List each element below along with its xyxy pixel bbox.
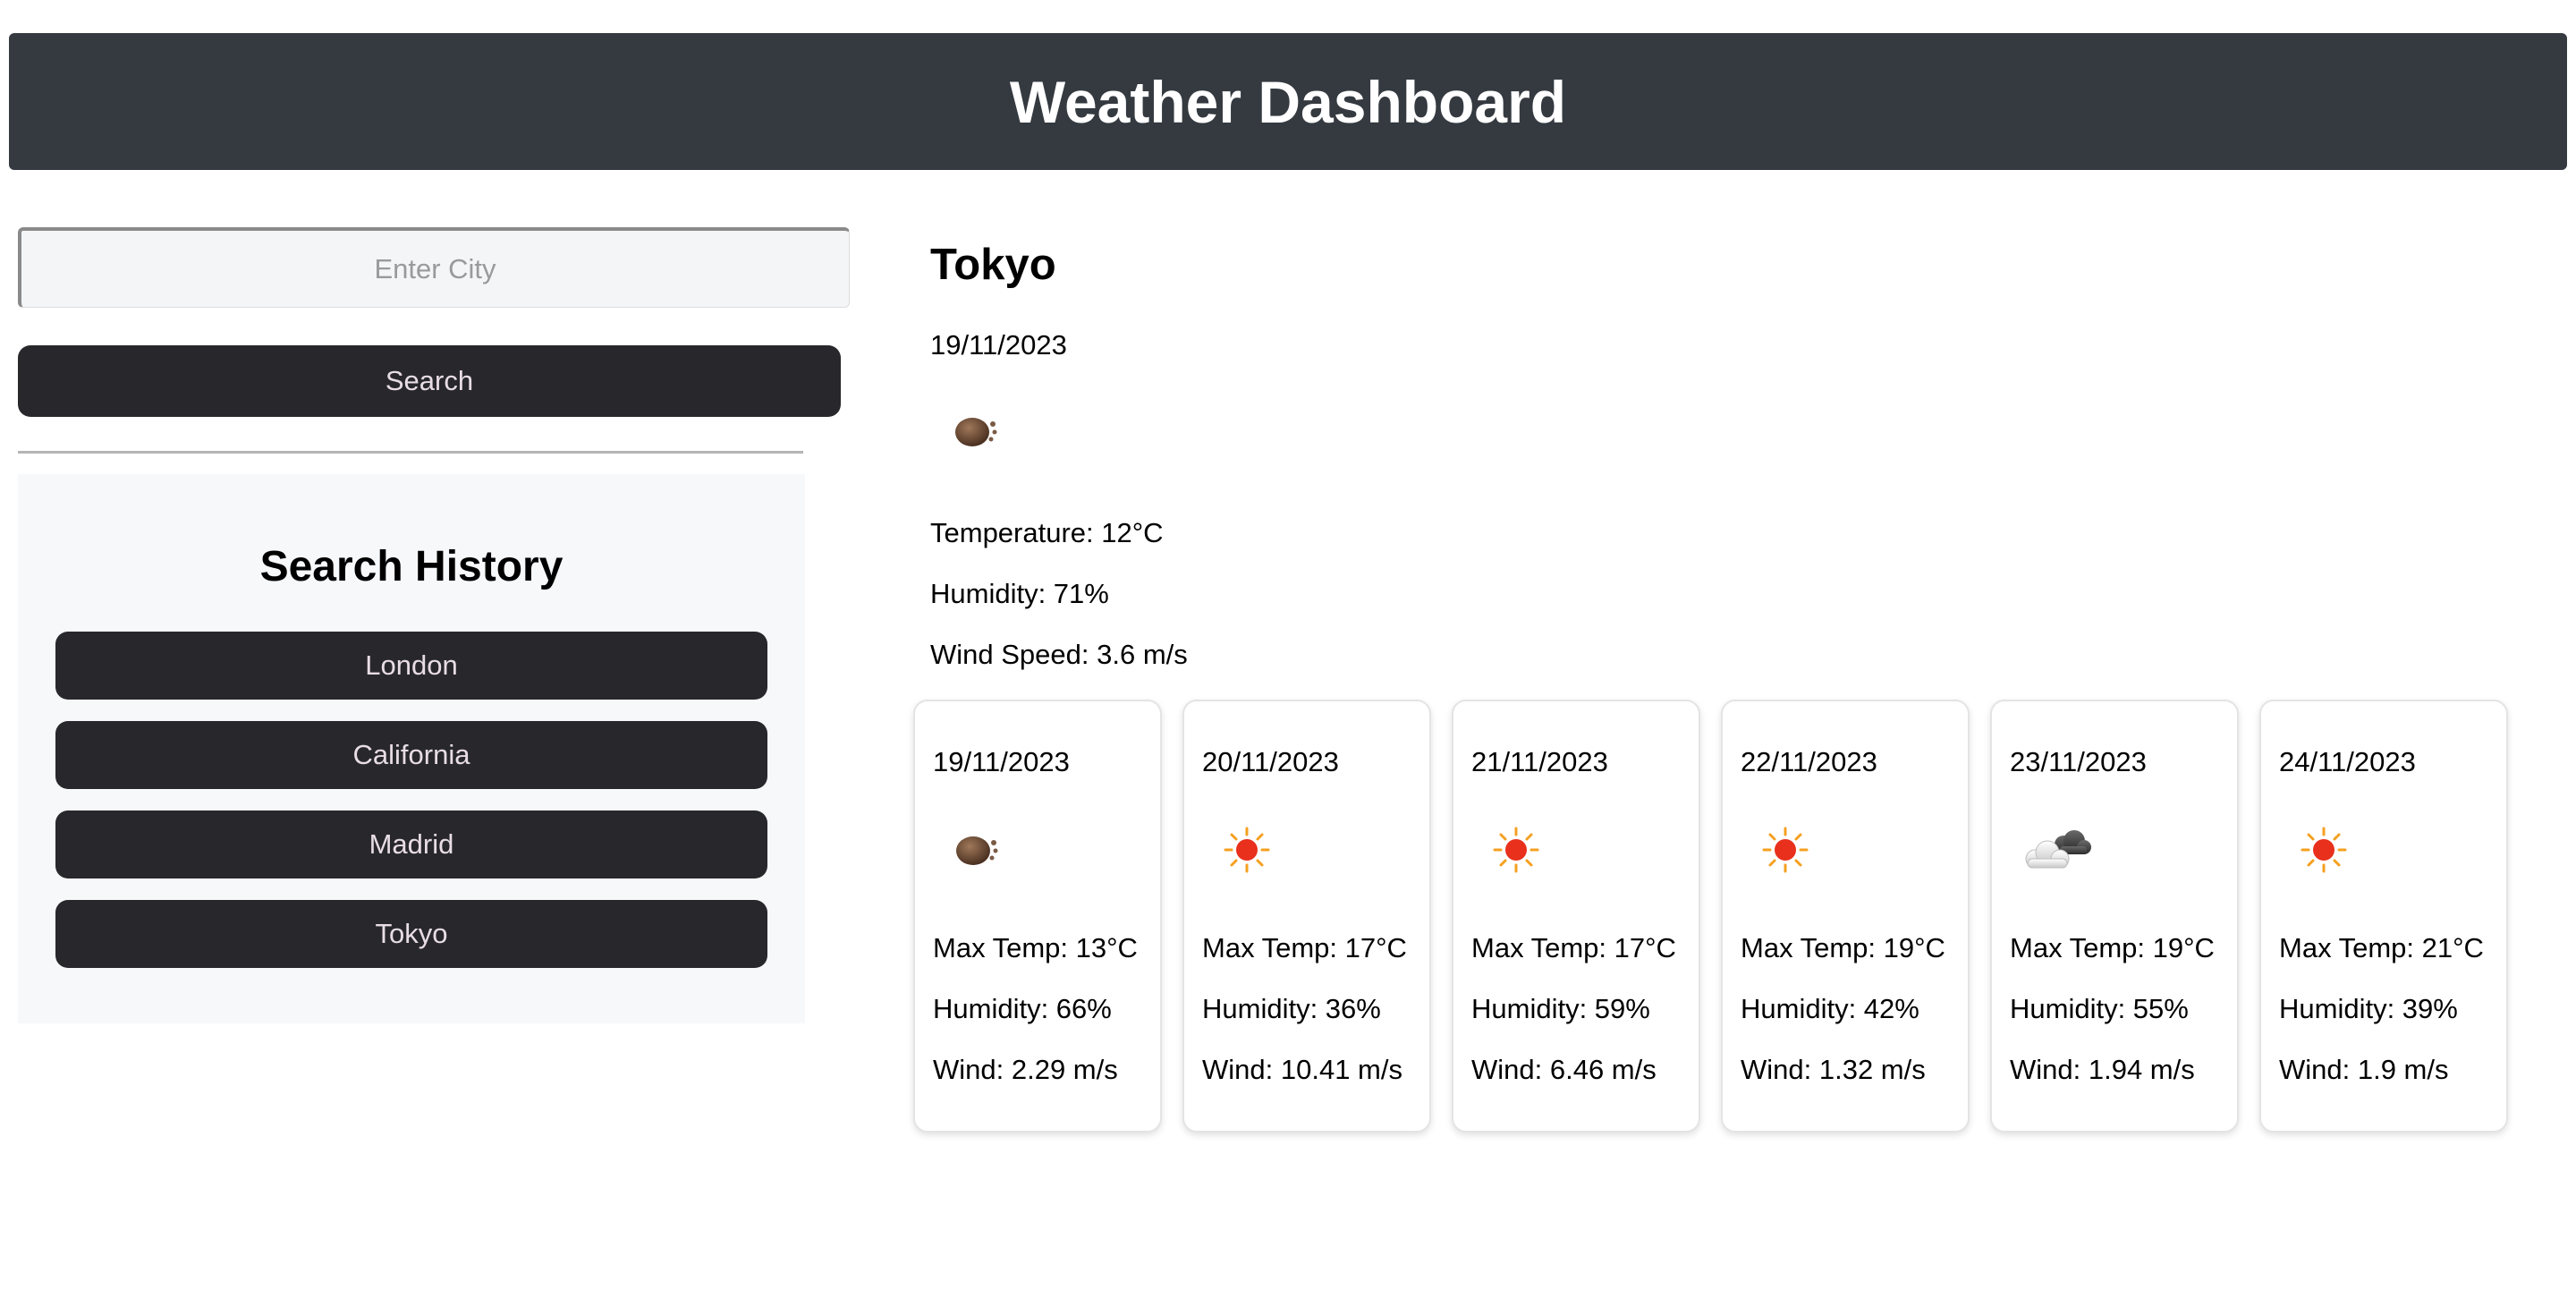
forecast-card: 20/11/2023 Max Temp: 17°C Humidity: 36% … <box>1182 700 1431 1133</box>
current-city-name: Tokyo <box>930 241 1056 289</box>
forecast-card: 24/11/2023 Max Temp: 21°C Humidity: 39% … <box>2259 700 2508 1133</box>
forecast-card: 21/11/2023 Max Temp: 17°C Humidity: 59% … <box>1452 700 1700 1133</box>
history-item-madrid[interactable]: Madrid <box>55 810 767 878</box>
forecast-wind: Wind: 1.9 m/s <box>2279 1054 2449 1085</box>
forecast-wind: Wind: 1.32 m/s <box>1741 1054 1926 1085</box>
forecast-max-temp: Max Temp: 19°C <box>1741 932 1945 963</box>
forecast-date: 22/11/2023 <box>1741 746 1877 777</box>
forecast-humidity: Humidity: 55% <box>2010 993 2189 1024</box>
forecast-card: 22/11/2023 Max Temp: 19°C Humidity: 42% … <box>1721 700 1970 1133</box>
current-temperature: Temperature: 12°C <box>930 517 1164 548</box>
sun-icon <box>1493 827 1539 873</box>
search-history-title: Search History <box>259 543 564 590</box>
clouds-icon <box>2025 830 2091 869</box>
divider <box>18 451 803 454</box>
page-title: Weather Dashboard <box>1009 68 1567 135</box>
forecast-date: 23/11/2023 <box>2010 746 2147 777</box>
search-history-panel: Search History London California Madrid … <box>18 474 805 1023</box>
page-header: Weather Dashboard <box>9 33 2567 170</box>
haze-icon <box>955 418 997 446</box>
forecast-max-temp: Max Temp: 13°C <box>933 932 1138 963</box>
sun-icon <box>2301 827 2347 873</box>
current-humidity: Humidity: 71% <box>930 578 1109 609</box>
search-button[interactable]: Search <box>18 345 841 417</box>
forecast-wind: Wind: 2.29 m/s <box>933 1054 1118 1085</box>
current-wind-speed: Wind Speed: 3.6 m/s <box>930 639 1188 670</box>
city-search-input[interactable] <box>18 227 850 308</box>
forecast-max-temp: Max Temp: 21°C <box>2279 932 2484 963</box>
history-item-california[interactable]: California <box>55 721 767 789</box>
history-item-london[interactable]: London <box>55 632 767 700</box>
forecast-date: 20/11/2023 <box>1202 746 1339 777</box>
sun-icon <box>1762 827 1809 873</box>
forecast-wind: Wind: 1.94 m/s <box>2010 1054 2195 1085</box>
forecast-card: 19/11/2023 Max Temp: 13°C Humidity: 66% … <box>913 700 1162 1133</box>
forecast-date: 19/11/2023 <box>933 746 1070 777</box>
forecast-card: 23/11/2023 Max Temp: 19°C Humidity: 55% <box>1990 700 2239 1133</box>
forecast-humidity: Humidity: 42% <box>1741 993 1919 1024</box>
forecast-date: 24/11/2023 <box>2279 746 2416 777</box>
forecast-wind: Wind: 6.46 m/s <box>1471 1054 1657 1085</box>
haze-icon <box>956 836 998 865</box>
forecast-humidity: Humidity: 39% <box>2279 993 2458 1024</box>
forecast-max-temp: Max Temp: 17°C <box>1471 932 1676 963</box>
forecast-wind: Wind: 10.41 m/s <box>1202 1054 1402 1085</box>
forecast-humidity: Humidity: 36% <box>1202 993 1381 1024</box>
current-date: 19/11/2023 <box>930 329 1067 361</box>
forecast-max-temp: Max Temp: 17°C <box>1202 932 1407 963</box>
forecast-max-temp: Max Temp: 19°C <box>2010 932 2215 963</box>
history-item-tokyo[interactable]: Tokyo <box>55 900 767 968</box>
forecast-date: 21/11/2023 <box>1471 746 1608 777</box>
forecast-humidity: Humidity: 66% <box>933 993 1112 1024</box>
forecast-humidity: Humidity: 59% <box>1471 993 1650 1024</box>
sun-icon <box>1224 827 1270 873</box>
